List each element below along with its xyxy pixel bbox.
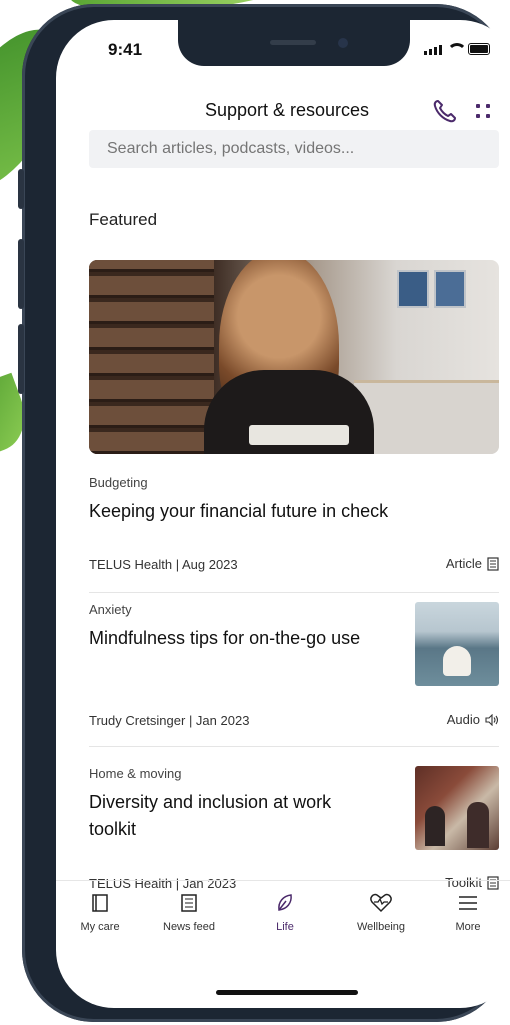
content-type: Article	[446, 556, 499, 571]
tab-more[interactable]: More	[428, 891, 508, 933]
content-type: Audio	[447, 712, 499, 727]
audio-icon	[485, 713, 499, 726]
article-icon	[487, 556, 499, 571]
tab-label: More	[455, 921, 481, 933]
divider	[89, 592, 499, 593]
tab-label: News feed	[163, 921, 215, 933]
tab-news-feed[interactable]: News feed	[149, 891, 229, 933]
article-title: Mindfulness tips for on-the-go use	[89, 628, 361, 648]
book-icon	[92, 894, 108, 912]
status-icons	[424, 43, 490, 55]
tab-label: Life	[276, 921, 294, 933]
tab-wellbeing[interactable]: Wellbeing	[341, 891, 421, 933]
side-button	[18, 239, 24, 309]
article-title: Diversity and inclusion at work toolkit	[89, 792, 332, 839]
content-type-label: Article	[445, 556, 482, 571]
side-button	[18, 324, 24, 394]
tab-my-care[interactable]: My care	[60, 891, 140, 933]
newsfeed-icon	[181, 894, 197, 912]
search-input[interactable]	[89, 130, 499, 168]
section-title-featured: Featured	[89, 210, 158, 229]
menu-icon	[459, 896, 477, 910]
home-indicator[interactable]	[216, 990, 358, 995]
grid-menu-icon[interactable]	[476, 104, 490, 118]
article-thumbnail	[415, 602, 499, 686]
camera	[338, 38, 348, 48]
speaker	[270, 40, 316, 45]
notch	[178, 20, 410, 66]
tab-life[interactable]: Life	[245, 891, 325, 933]
article-thumbnail	[415, 766, 499, 850]
featured-article-card[interactable]: Budgeting Keeping your financial future …	[89, 475, 499, 593]
battery-icon	[468, 43, 490, 55]
tab-label: My care	[80, 921, 120, 933]
article-title: Keeping your financial future in check	[89, 501, 389, 521]
side-button	[18, 169, 24, 209]
status-time: 9:41	[108, 40, 143, 59]
phone-frame: 9:41 Support & resources Featured	[18, 4, 510, 1022]
article-meta: TELUS Health | Aug 2023	[89, 557, 238, 572]
app-screen: 9:41 Support & resources Featured	[56, 20, 510, 1008]
list-item[interactable]: Anxiety Mindfulness tips for on-the-go u…	[89, 602, 499, 747]
phone-call-icon[interactable]	[430, 96, 460, 126]
heart-pulse-icon	[370, 893, 392, 913]
divider	[89, 746, 499, 747]
leaf-icon	[278, 894, 292, 911]
tab-label: Wellbeing	[356, 921, 406, 933]
article-meta: Trudy Cretsinger | Jan 2023	[89, 713, 250, 728]
signal-icon	[424, 45, 442, 55]
list-item[interactable]: Home & moving Diversity and inclusion at…	[89, 766, 499, 896]
bottom-tab-bar: My care News feed Life Wellbeing More	[56, 880, 510, 951]
article-category: Budgeting	[89, 475, 148, 490]
featured-image[interactable]	[89, 260, 499, 454]
wifi-icon	[447, 43, 467, 55]
content-type-label: Audio	[446, 712, 480, 727]
